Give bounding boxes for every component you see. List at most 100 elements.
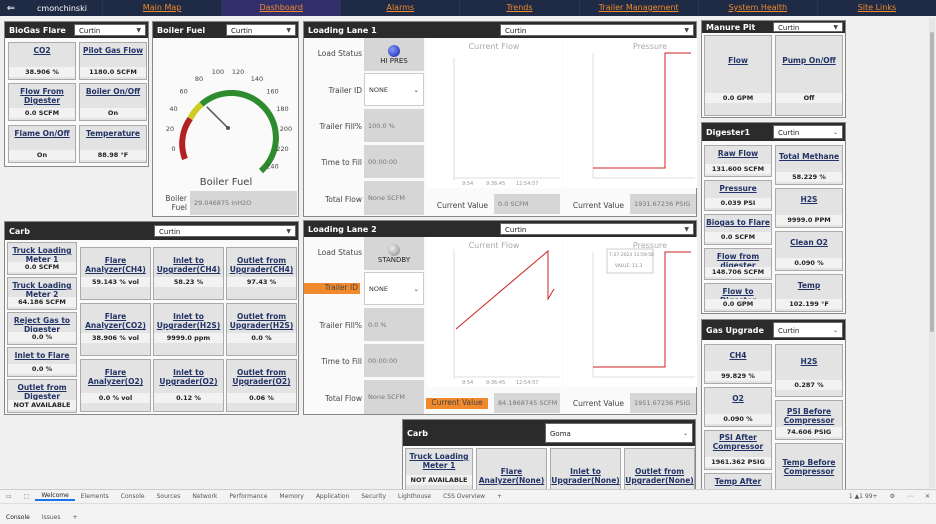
trailer-id-select[interactable]: NONE ⌄ — [364, 272, 424, 305]
tile-outlet-upgrader-ch4[interactable]: Outlet from Upgrader(CH4) 97.43 % — [226, 247, 297, 300]
boiler-fuel-gauge: 0 20 40 60 80 100 120 140160 180 200 220 240 Boiler… — [166, 68, 292, 188]
tile-psi-before-compressor[interactable]: PSI Before Compressor 74.606 PSIG — [775, 400, 843, 440]
trailer-id-label: Trailer ID — [328, 86, 362, 95]
tile-biogas-to-flare[interactable]: Biogas to Flare 0.0 SCFM — [704, 214, 772, 245]
scrollbar-thumb[interactable] — [930, 32, 934, 332]
inspect-icon[interactable]: ⬚ — [18, 493, 36, 500]
tile-boiler-on-off[interactable]: Boiler On/Off On — [79, 83, 147, 121]
tile-flow-from-digester[interactable]: Flow From Digester 0.0 SCFM — [8, 83, 76, 121]
chevron-down-icon: ▼ — [684, 226, 689, 233]
tile-inlet-upgrader-o2[interactable]: Inlet to Upgrader(O2) 0.12 % — [153, 359, 224, 412]
tile-truck-loading-meter-2[interactable]: Truck Loading Meter 2 64.186 SCFM — [7, 277, 77, 310]
tile-inlet-upgrader-none[interactable]: Inlet to Upgrader(None) — [550, 448, 621, 490]
total-flow-label: Total Flow — [324, 195, 362, 204]
flow-series — [455, 249, 555, 330]
tile-temp[interactable]: Temp 102.199 °F — [775, 274, 843, 312]
devtools-tab-memory[interactable]: Memory — [273, 493, 309, 500]
nav-main-map[interactable]: Main Map — [102, 0, 222, 16]
tile-flare-analyzer-ch4[interactable]: Flare Analyzer(CH4) 59.143 % vol — [80, 247, 151, 300]
devtools-tab-elements[interactable]: Elements — [75, 493, 115, 500]
tile-temp-before-compressor[interactable]: Temp Before Compressor — [775, 443, 843, 490]
gauge-tick-label: 0 — [171, 145, 175, 153]
total-flow-value: None SCFM — [364, 380, 424, 414]
tile-flow[interactable]: Flow 0.0 GPM — [704, 35, 772, 116]
tile-inlet-to-flare[interactable]: Inlet to Flare 0.0 % — [7, 347, 77, 377]
tile-outlet-upgrader-o2[interactable]: Outlet from Upgrader(O2) 0.06 % — [226, 359, 297, 412]
nav-system-health[interactable]: System Health — [697, 0, 817, 16]
tile-co2[interactable]: CO2 38.906 % — [8, 42, 76, 80]
tile-flare-analyzer-o2[interactable]: Flare Analyzer(O2) 0.0 % vol — [80, 359, 151, 412]
nav-dashboard[interactable]: Dashboard — [221, 0, 341, 16]
tile-inlet-upgrader-ch4[interactable]: Inlet to Upgrader(CH4) 58.23 % — [153, 247, 224, 300]
tile-flame-on-off[interactable]: Flame On/Off On — [8, 125, 76, 163]
tile-pump-on-off[interactable]: Pump On/Off Off — [775, 35, 843, 116]
nav-alarms[interactable]: Alarms — [340, 0, 460, 16]
tile-inlet-upgrader-h2s[interactable]: Inlet to Upgrader(H2S) 9999.0 ppm — [153, 303, 224, 356]
devtools-tab-security[interactable]: Security — [355, 493, 392, 500]
tile-clean-o2[interactable]: Clean O2 0.090 % — [775, 231, 843, 271]
load-status-label: Load Status — [317, 248, 362, 257]
add-drawer-tab-icon[interactable]: + — [66, 514, 83, 521]
site-select[interactable]: Curtin ⌄ — [773, 322, 843, 338]
page-scrollbar[interactable] — [929, 18, 935, 488]
drawer-tab-console[interactable]: Console — [0, 514, 36, 521]
tile-flow-to-digester[interactable]: Flow to Digester0.0 GPM — [704, 283, 772, 312]
tile-flare-analyzer-none[interactable]: Flare Analyzer(None) — [476, 448, 547, 490]
tile-reject-gas-to-digester[interactable]: Reject Gas to Digester 0.0 % — [7, 312, 77, 345]
drawer-tab-issues[interactable]: Issues — [36, 514, 67, 521]
issue-counts[interactable]: 1 ▲1 99+ — [843, 493, 884, 500]
devtools-tab-application[interactable]: Application — [310, 493, 356, 500]
nav-site-links[interactable]: Site Links — [816, 0, 936, 16]
site-select[interactable]: Curtin ▼ — [226, 24, 296, 36]
site-select[interactable]: Curtin ▼ — [500, 24, 694, 36]
close-icon[interactable]: ✕ — [919, 493, 936, 500]
devtools-tab-console[interactable]: Console — [115, 493, 151, 500]
tile-raw-flow[interactable]: Raw Flow 131.600 SCFM — [704, 145, 772, 177]
tile-outlet-from-digester[interactable]: Outlet from Digester NOT AVAILABLE — [7, 379, 77, 413]
tile-outlet-upgrader-h2s[interactable]: Outlet from Upgrader(H2S) 0.0 % — [226, 303, 297, 356]
site-select[interactable]: Curtin ▼ — [500, 223, 694, 235]
tile-flare-analyzer-co2[interactable]: Flare Analyzer(CO2) 38.906 % vol — [80, 303, 151, 356]
gauge-needle — [206, 106, 229, 129]
tile-total-methane[interactable]: Total Methane 58.229 % — [775, 145, 843, 185]
site-select[interactable]: Curtin ▼ — [74, 24, 146, 36]
devtools-tab-performance[interactable]: Performance — [223, 493, 273, 500]
add-tab-icon[interactable]: + — [491, 493, 508, 500]
tile-psi-after-compressor[interactable]: PSI After Compressor 1961.362 PSIG — [704, 430, 772, 470]
tile-temp-after[interactable]: Temp After — [704, 473, 772, 490]
site-select[interactable]: Curtin ⌄ — [773, 125, 843, 139]
tile-o2[interactable]: O2 0.090 % — [704, 387, 772, 427]
devtools-tab-css-overview[interactable]: CSS Overview — [437, 493, 491, 500]
more-icon[interactable]: ⋯ — [901, 493, 919, 500]
devtools-tab-welcome[interactable]: Welcome — [35, 492, 75, 501]
tile-outlet-upgrader-none[interactable]: Outlet from Upgrader(None) — [624, 448, 695, 490]
device-toggle-icon[interactable]: ▭ — [0, 493, 18, 500]
trailer-id-select[interactable]: NONE ⌄ — [364, 73, 424, 106]
tile-truck-loading-meter-1[interactable]: Truck Loading Meter 1 NOT AVAILABLE — [405, 448, 473, 490]
site-select[interactable]: Curtin ▼ — [154, 225, 296, 237]
tile-truck-loading-meter-1[interactable]: Truck Loading Meter 1 0.0 SCFM — [7, 242, 77, 275]
nav-trends[interactable]: Trends — [459, 0, 579, 16]
svg-text:9:54: 9:54 — [462, 380, 473, 386]
tile-temperature[interactable]: Temperature 88.98 °F — [79, 125, 147, 163]
devtools-tab-lighthouse[interactable]: Lighthouse — [392, 493, 437, 500]
settings-gear-icon[interactable]: ⚙ — [884, 493, 901, 500]
nav-trailer-management[interactable]: Trailer Management — [578, 0, 698, 16]
tile-pressure[interactable]: Pressure 0.039 PSI — [704, 180, 772, 211]
gauge-tick-label: 60 — [179, 88, 187, 96]
tile-pilot-gas-flow[interactable]: Pilot Gas Flow 1180.0 SCFM — [79, 42, 147, 80]
tile-flow-from-digester[interactable]: Flow from digester 148.706 SCFM — [704, 248, 772, 280]
devtools-tab-network[interactable]: Network — [186, 493, 223, 500]
back-arrow-icon[interactable]: ⇐ — [0, 3, 22, 14]
devtools-tab-sources[interactable]: Sources — [151, 493, 187, 500]
tile-ch4[interactable]: CH4 99.829 % — [704, 344, 772, 384]
site-select[interactable]: Goma ⌄ — [545, 423, 693, 443]
chevron-down-icon: ▼ — [684, 27, 689, 34]
tile-h2s[interactable]: H2S 0.287 % — [775, 344, 843, 397]
cv-flow-value: 84.1868745 SCFM — [494, 393, 560, 413]
chevron-down-icon: ▼ — [286, 27, 291, 34]
pressure-series — [593, 52, 691, 169]
tile-h2s[interactable]: H2S 9999.0 PPM — [775, 188, 843, 228]
carb-panel: Carb Curtin ▼ Truck Loading Meter 1 0.0 SC… — [4, 221, 299, 415]
site-select[interactable]: Curtin ▼ — [773, 22, 843, 32]
